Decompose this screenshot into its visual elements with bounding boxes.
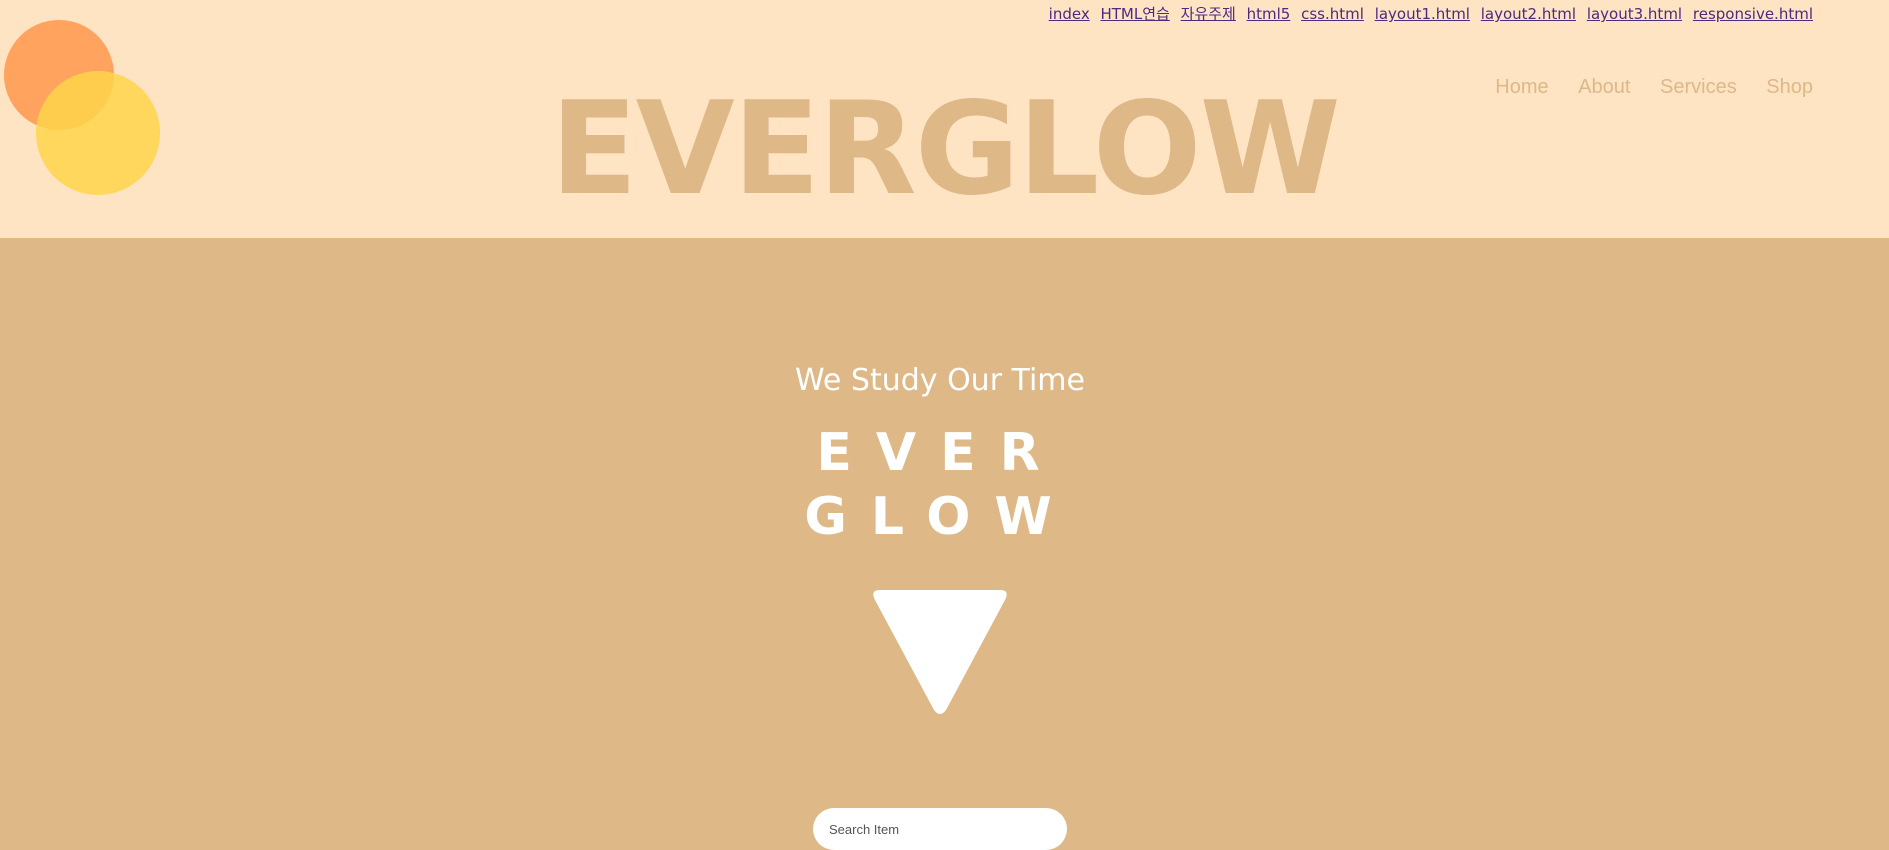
hero-section: We Study Our Time EVER GLOW <box>0 238 1889 850</box>
link-layout3[interactable]: layout3.html <box>1587 5 1682 23</box>
triangle-down-icon[interactable] <box>868 588 1012 716</box>
top-links-bar: index HTML연습 자유주제 html5 css.html layout1… <box>1043 3 1813 24</box>
hero-title-line2: GLOW <box>804 487 1076 547</box>
link-css[interactable]: css.html <box>1301 5 1364 23</box>
link-html-practice[interactable]: HTML연습 <box>1100 5 1169 23</box>
link-free-topic[interactable]: 자유주제 <box>1181 5 1236 23</box>
hero-tagline: We Study Our Time <box>795 363 1085 398</box>
link-responsive[interactable]: responsive.html <box>1693 5 1813 23</box>
site-header: index HTML연습 자유주제 html5 css.html layout1… <box>0 0 1889 238</box>
brand-title: EVERGLOW <box>550 75 1341 224</box>
link-index[interactable]: index <box>1049 5 1090 23</box>
hero-title-line1: EVER <box>816 423 1064 483</box>
link-layout2[interactable]: layout2.html <box>1481 5 1576 23</box>
link-html5[interactable]: html5 <box>1247 5 1291 23</box>
link-layout1[interactable]: layout1.html <box>1375 5 1470 23</box>
search-input[interactable] <box>813 808 1067 850</box>
